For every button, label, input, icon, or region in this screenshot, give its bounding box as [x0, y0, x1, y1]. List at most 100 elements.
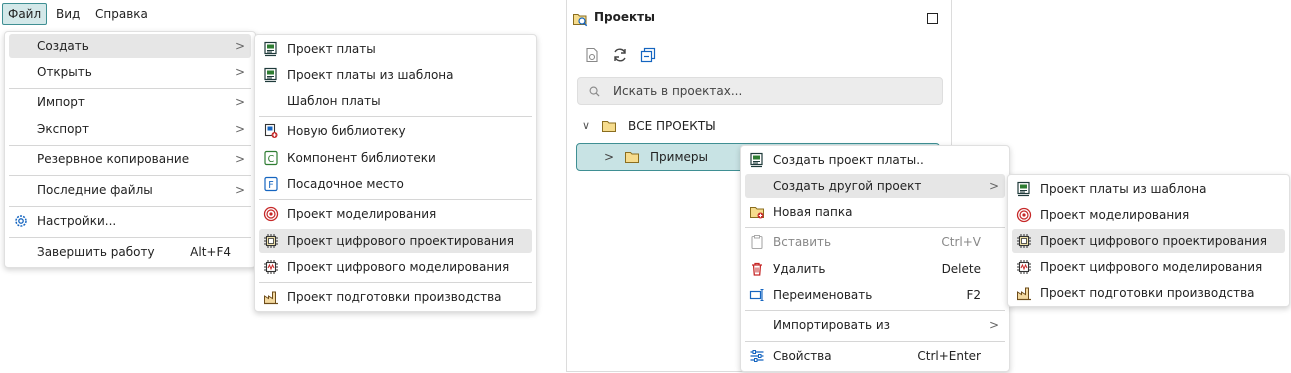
folder-icon [601, 118, 617, 134]
chevron-right-icon: > [234, 95, 245, 109]
gear-icon [13, 213, 29, 229]
separator [9, 88, 251, 89]
paste-icon [749, 234, 765, 250]
simulation-icon [263, 206, 279, 222]
menu-item-digital-design-project[interactable]: Проект цифрового проектирования [1012, 229, 1285, 253]
menu-item-rename[interactable]: Переименовать F2 [745, 283, 1005, 307]
maximize-button[interactable] [927, 13, 938, 24]
refresh-icon[interactable] [612, 47, 628, 63]
simulation-icon [1016, 207, 1032, 223]
menu-item-manufacturing-project[interactable]: Проект подготовки производства [259, 285, 532, 309]
footprint-icon [263, 176, 279, 192]
properties-icon [749, 348, 765, 364]
file-menu: Создать > Открыть > Импорт > Экспорт > Р… [4, 31, 256, 268]
menu-item-new-library[interactable]: Новую библиотеку [259, 119, 532, 143]
menu-item-backup[interactable]: Резервное копирование > [9, 147, 251, 171]
other-project-submenu: Проект платы из шаблона Проект моделиров… [1007, 174, 1290, 307]
menu-item-board-from-template[interactable]: Проект платы из шаблона [259, 63, 532, 87]
menu-item-label: Проект цифрового моделирования [1040, 260, 1263, 274]
open-project-icon[interactable] [584, 47, 600, 63]
menu-item-label: Шаблон платы [287, 94, 381, 108]
menu-item-label: Создать [37, 39, 89, 53]
menu-item-simulation-project[interactable]: Проект моделирования [259, 202, 532, 226]
menu-item-create-other[interactable]: Создать другой проект > [745, 174, 1005, 198]
menu-item-label: Новая папка [773, 205, 853, 219]
menu-item-delete[interactable]: Удалить Delete [745, 257, 1005, 281]
board-icon [263, 67, 279, 83]
chevron-down-icon: ∨ [582, 119, 591, 132]
chevron-right-icon: > [234, 122, 245, 136]
menu-item-library-component[interactable]: Компонент библиотеки [259, 146, 532, 170]
chip-wave-icon [1016, 259, 1032, 275]
menu-item-digital-design-project[interactable]: Проект цифрового проектирования [259, 229, 532, 253]
menu-item-label: Создать другой проект [773, 179, 922, 193]
collapse-all-icon[interactable] [640, 47, 656, 63]
trash-icon [749, 261, 765, 277]
menu-item-label: Проект цифрового проектирования [1040, 234, 1267, 248]
tree-item-label: ВСЕ ПРОЕКТЫ [628, 119, 716, 133]
menu-item-label: Создать проект платы.. [773, 153, 924, 167]
menu-item-properties[interactable]: Свойства Ctrl+Enter [745, 344, 1005, 368]
separator [9, 175, 251, 176]
menu-item-exit[interactable]: Завершить работу Alt+F4 [9, 240, 251, 264]
menu-help[interactable]: Справка [89, 3, 154, 25]
chevron-right-icon: > [604, 150, 615, 164]
factory-icon [1016, 285, 1032, 301]
menu-item-export[interactable]: Экспорт > [9, 117, 251, 141]
folder-icon [624, 149, 640, 165]
menu-item-simulation-project[interactable]: Проект моделирования [1012, 203, 1285, 227]
shortcut-label: Ctrl+V [941, 235, 981, 249]
menu-item-digital-sim-project[interactable]: Проект цифрового моделирования [259, 255, 532, 279]
chevron-right-icon: > [234, 65, 245, 79]
library-icon [263, 123, 279, 139]
menu-item-import[interactable]: Импорт > [9, 90, 251, 114]
menu-item-digital-sim-project[interactable]: Проект цифрового моделирования [1012, 255, 1285, 279]
menu-item-label: Вставить [773, 235, 832, 249]
menu-item-manufacturing-project[interactable]: Проект подготовки производства [1012, 281, 1285, 305]
menu-file[interactable]: Файл [2, 3, 48, 25]
menu-item-settings[interactable]: Настройки... [9, 209, 251, 233]
panel-title: Проекты [594, 10, 655, 24]
menu-view[interactable]: Вид [50, 3, 86, 25]
menu-item-label: Проект моделирования [1040, 208, 1190, 222]
menu-item-board-project[interactable]: Проект платы [259, 37, 532, 61]
menu-item-label: Переименовать [773, 288, 873, 302]
board-icon [1016, 181, 1032, 197]
menu-item-board-from-template[interactable]: Проект платы из шаблона [1012, 177, 1285, 201]
menu-item-label: Последние файлы [37, 183, 153, 197]
tree-item-label: Примеры [650, 150, 708, 164]
menu-item-open[interactable]: Открыть > [9, 60, 251, 84]
menu-item-label: Настройки... [37, 214, 117, 228]
board-icon [749, 152, 765, 168]
chip-wave-icon [263, 259, 279, 275]
shortcut-label: F2 [966, 288, 981, 302]
separator [9, 206, 251, 207]
chevron-right-icon: > [988, 318, 999, 332]
chevron-right-icon: > [988, 179, 999, 193]
menu-item-paste[interactable]: Вставить Ctrl+V [745, 230, 1005, 254]
factory-icon [263, 289, 279, 305]
menu-item-create[interactable]: Создать > [9, 34, 251, 58]
shortcut-label: Ctrl+Enter [917, 349, 981, 363]
menu-item-new-folder[interactable]: Новая папка [745, 200, 1005, 224]
menubar: Файл Вид Справка [0, 0, 560, 30]
search-icon [589, 86, 600, 97]
menu-item-recent[interactable]: Последние файлы > [9, 178, 251, 202]
menu-item-footprint[interactable]: Посадочное место [259, 172, 532, 196]
menu-item-label: Импортировать из [773, 318, 891, 332]
board-icon [263, 41, 279, 57]
menu-item-label: Завершить работу [37, 245, 155, 259]
menu-item-create-board[interactable]: Создать проект платы.. [745, 148, 1005, 172]
search-input[interactable]: Искать в проектах... [577, 77, 943, 105]
context-menu: Создать проект платы.. Создать другой пр… [740, 145, 1010, 372]
rename-icon [749, 287, 765, 303]
separator [9, 237, 251, 238]
menu-item-board-template[interactable]: Шаблон платы [259, 89, 532, 113]
menu-item-import-from[interactable]: Импортировать из > [745, 313, 1005, 337]
menu-item-label: Компонент библиотеки [287, 151, 436, 165]
chevron-right-icon: > [234, 39, 245, 53]
tree-item-all-projects[interactable]: ∨ ВСЕ ПРОЕКТЫ [579, 113, 879, 139]
separator [745, 310, 1005, 311]
menu-item-label: Проект подготовки производства [1040, 286, 1255, 300]
separator [259, 282, 532, 283]
